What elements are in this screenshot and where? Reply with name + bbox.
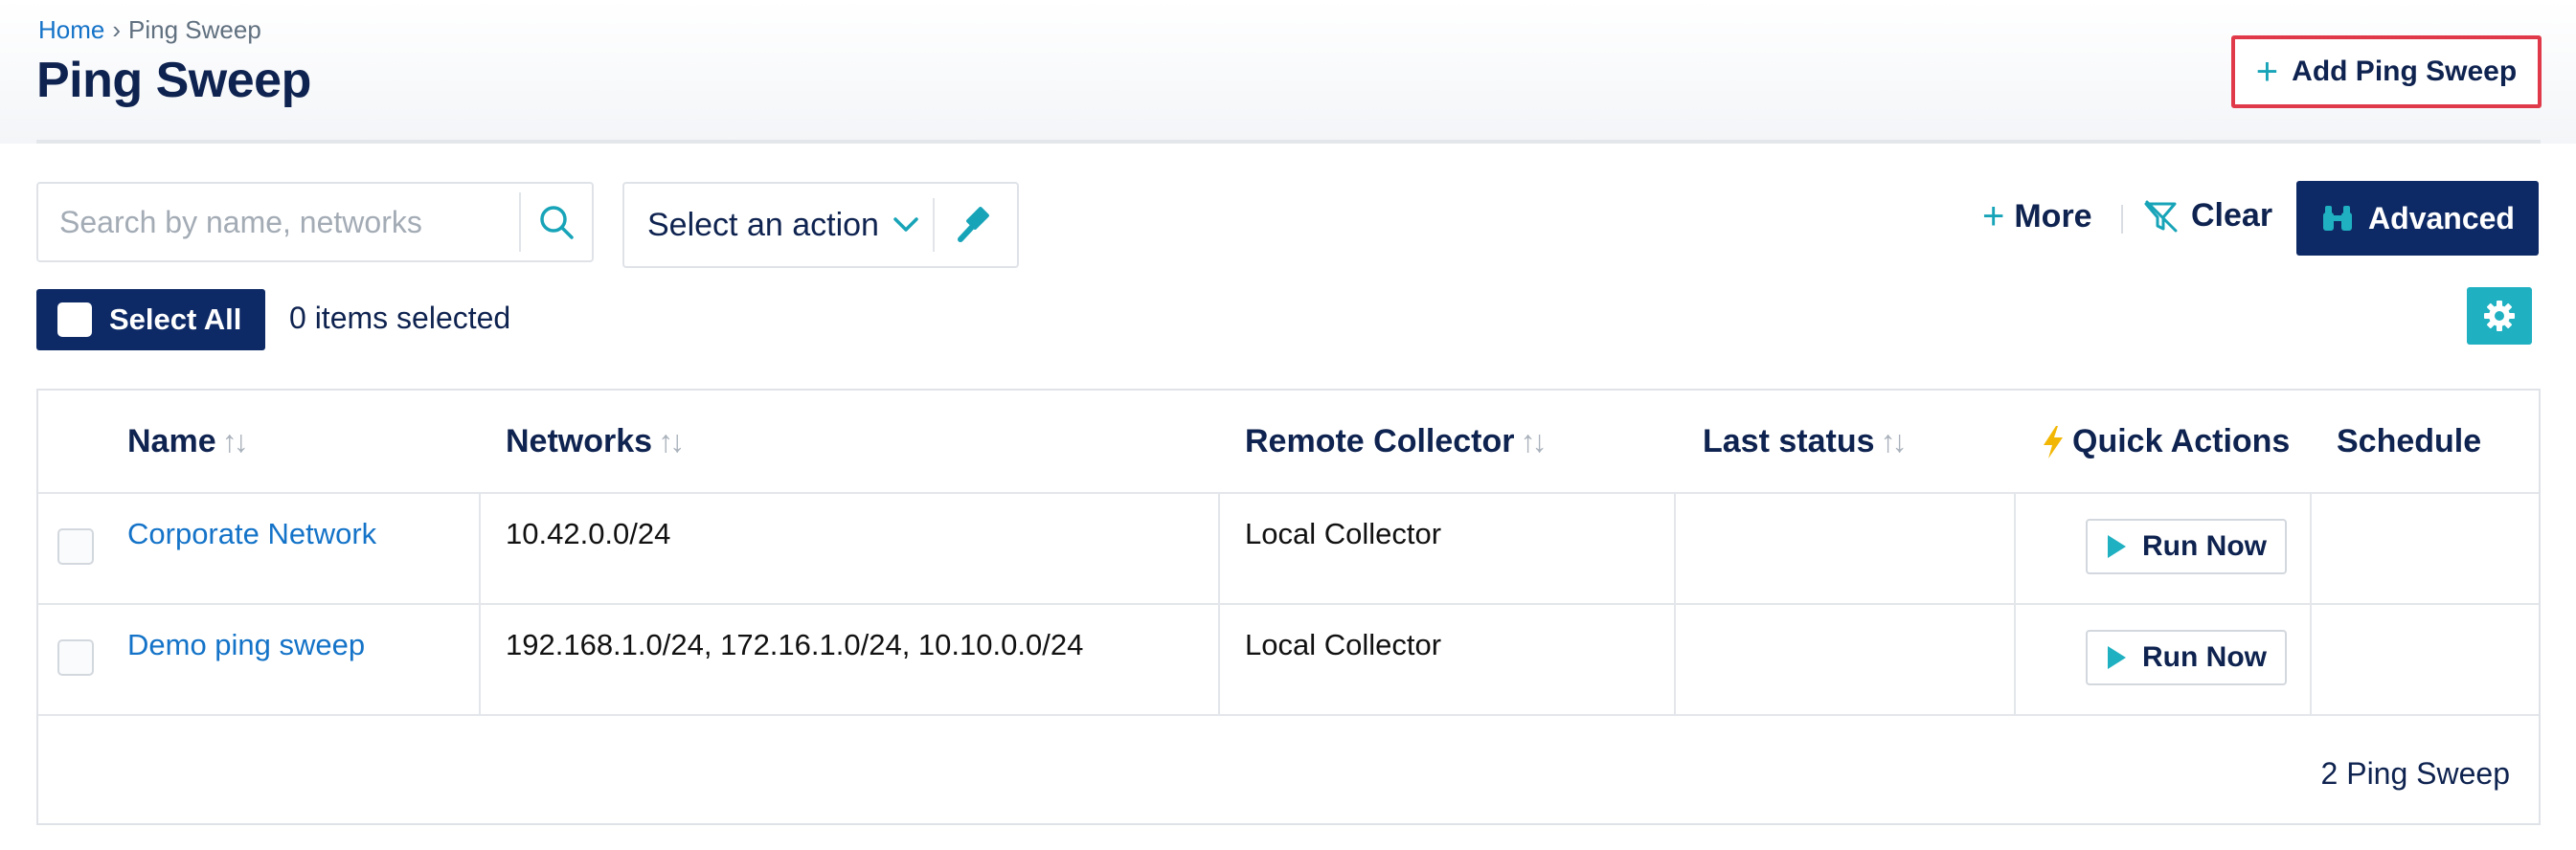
filter-clear-icon bbox=[2144, 200, 2178, 232]
select-all-label: Select All bbox=[109, 302, 242, 336]
column-divider bbox=[2014, 492, 2016, 714]
more-filters-button[interactable]: + More bbox=[1982, 197, 2092, 235]
select-all-button[interactable]: Select All bbox=[36, 289, 265, 350]
add-ping-sweep-label: Add Ping Sweep bbox=[2292, 56, 2518, 87]
breadcrumb: Home › Ping Sweep bbox=[38, 15, 261, 45]
breadcrumb-current: Ping Sweep bbox=[128, 15, 261, 44]
gavel-icon bbox=[957, 207, 989, 242]
page-title: Ping Sweep bbox=[36, 53, 311, 108]
add-ping-sweep-button[interactable]: + Add Ping Sweep bbox=[2231, 35, 2542, 108]
filter-divider bbox=[2121, 205, 2123, 234]
lightning-icon bbox=[2044, 425, 2063, 459]
search-box bbox=[36, 182, 594, 262]
breadcrumb-home-link[interactable]: Home bbox=[38, 15, 104, 45]
play-icon bbox=[2108, 535, 2126, 558]
column-header-remote-collector[interactable]: Remote Collector ↑↓ bbox=[1245, 423, 1548, 460]
breadcrumb-separator: › bbox=[112, 15, 122, 44]
chevron-down-icon bbox=[893, 215, 919, 235]
column-header-quick-actions: Quick Actions bbox=[2040, 423, 2290, 460]
column-header-name[interactable]: Name ↑↓ bbox=[127, 423, 249, 460]
advanced-search-label: Advanced bbox=[2368, 200, 2515, 235]
row-networks: 10.42.0.0/24 bbox=[506, 517, 671, 550]
sort-icon[interactable]: ↑↓ bbox=[1521, 424, 1548, 459]
sort-icon[interactable]: ↑↓ bbox=[658, 424, 685, 459]
row-checkbox[interactable] bbox=[57, 639, 94, 676]
sort-icon[interactable]: ↑↓ bbox=[1881, 424, 1908, 459]
advanced-search-button[interactable]: Advanced bbox=[2296, 181, 2539, 256]
column-divider bbox=[2310, 492, 2312, 714]
ping-sweep-table: Name ↑↓ Networks ↑↓ Remote Collector ↑↓ … bbox=[36, 389, 2541, 825]
search-input[interactable] bbox=[38, 183, 519, 261]
column-header-schedule: Schedule bbox=[2337, 423, 2481, 460]
row-collector: Local Collector bbox=[1245, 628, 1442, 661]
run-now-button[interactable]: Run Now bbox=[2086, 519, 2287, 574]
select-all-checkbox[interactable] bbox=[57, 302, 92, 337]
row-name-link[interactable]: Demo ping sweep bbox=[127, 628, 365, 662]
row-checkbox[interactable] bbox=[57, 528, 94, 565]
binoculars-icon bbox=[2323, 206, 2353, 231]
run-now-label: Run Now bbox=[2142, 641, 2267, 673]
column-header-label: Networks bbox=[506, 423, 653, 459]
column-header-label: Name bbox=[127, 423, 216, 459]
column-header-label: Schedule bbox=[2337, 423, 2482, 459]
row-networks: 192.168.1.0/24, 172.16.1.0/24, 10.10.0.0… bbox=[506, 628, 1084, 661]
column-header-last-status[interactable]: Last status ↑↓ bbox=[1703, 423, 1908, 460]
table-footer-count: 2 Ping Sweep bbox=[2320, 756, 2510, 791]
row-divider bbox=[38, 714, 2539, 716]
header-background bbox=[0, 0, 2576, 144]
header-divider bbox=[36, 140, 2541, 144]
action-select[interactable]: Select an action bbox=[622, 182, 1019, 268]
sort-icon[interactable]: ↑↓ bbox=[222, 424, 249, 459]
plus-icon: + bbox=[2255, 51, 2279, 93]
gear-icon bbox=[2484, 301, 2515, 331]
run-now-button[interactable]: Run Now bbox=[2086, 630, 2287, 685]
column-header-networks[interactable]: Networks ↑↓ bbox=[506, 423, 685, 460]
selected-count: 0 items selected bbox=[289, 301, 511, 335]
column-header-label: Quick Actions bbox=[2072, 423, 2291, 459]
search-button[interactable] bbox=[521, 184, 592, 260]
column-divider bbox=[1674, 492, 1676, 714]
row-collector: Local Collector bbox=[1245, 517, 1442, 550]
play-icon bbox=[2108, 646, 2126, 669]
more-filters-label: More bbox=[2014, 197, 2092, 235]
clear-filters-label: Clear bbox=[2191, 197, 2273, 234]
column-header-label: Last status bbox=[1703, 423, 1875, 459]
search-icon bbox=[540, 206, 574, 239]
row-divider bbox=[38, 492, 2539, 494]
column-header-label: Remote Collector bbox=[1245, 423, 1515, 459]
clear-filters-button[interactable]: Clear bbox=[2143, 197, 2272, 235]
row-name-link[interactable]: Corporate Network bbox=[127, 517, 376, 551]
column-divider bbox=[479, 492, 481, 714]
column-divider bbox=[1218, 492, 1220, 714]
run-now-label: Run Now bbox=[2142, 530, 2267, 562]
plus-icon: + bbox=[1982, 195, 2005, 237]
row-divider bbox=[38, 603, 2539, 605]
apply-action-button[interactable] bbox=[935, 205, 1017, 245]
table-settings-button[interactable] bbox=[2467, 287, 2532, 345]
action-select-label: Select an action bbox=[647, 206, 879, 243]
